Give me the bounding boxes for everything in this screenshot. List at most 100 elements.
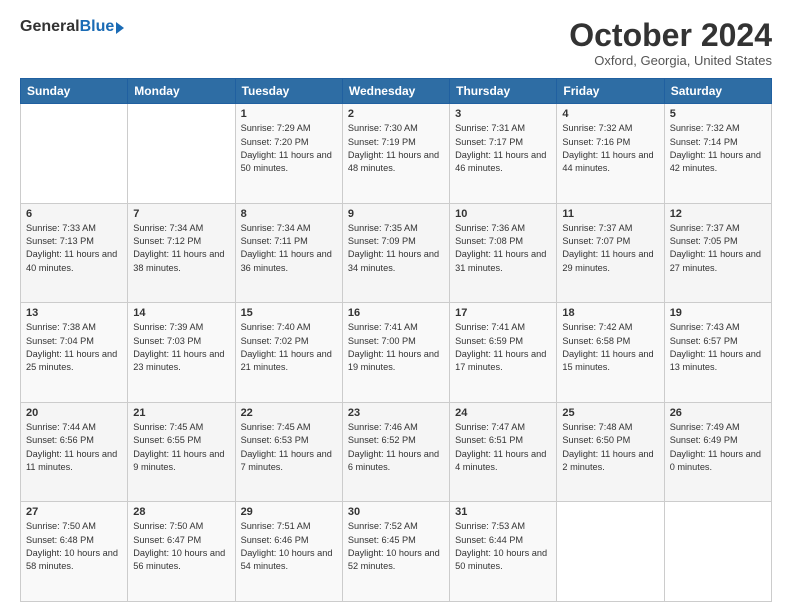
- table-row: 13 Sunrise: 7:38 AM Sunset: 7:04 PM Dayli…: [21, 303, 128, 403]
- calendar-header-row: Sunday Monday Tuesday Wednesday Thursday…: [21, 79, 772, 104]
- table-row: 25Sunrise: 7:48 AM Sunset: 6:50 PM Dayli…: [557, 402, 664, 502]
- table-row: [664, 502, 771, 602]
- table-row: 5Sunrise: 7:32 AM Sunset: 7:14 PM Daylig…: [664, 104, 771, 204]
- day-info: Sunrise: 7:34 AM Sunset: 7:12 PM Dayligh…: [133, 222, 229, 275]
- table-row: 9 Sunrise: 7:35 AM Sunset: 7:09 PM Daylig…: [342, 203, 449, 303]
- day-info: Sunrise: 7:30 AM Sunset: 7:19 PM Dayligh…: [348, 122, 444, 175]
- day-info: Sunrise: 7:51 AM Sunset: 6:46 PM Dayligh…: [241, 520, 337, 573]
- table-row: 17 Sunrise: 7:41 AM Sunset: 6:59 PM Dayli…: [450, 303, 557, 403]
- day-number: 16: [348, 307, 444, 319]
- day-info: Sunrise: 7:32 AM Sunset: 7:16 PM Dayligh…: [562, 122, 658, 175]
- calendar-week-row: 27 Sunrise: 7:50 AM Sunset: 6:48 PM Dayli…: [21, 502, 772, 602]
- day-number: 27: [26, 506, 122, 518]
- table-row: 12Sunrise: 7:37 AM Sunset: 7:05 PM Dayli…: [664, 203, 771, 303]
- day-number: 2: [348, 108, 444, 120]
- day-info: Sunrise: 7:32 AM Sunset: 7:14 PM Dayligh…: [670, 122, 766, 175]
- logo-general-text: General: [20, 18, 80, 36]
- logo-arrow-icon: [116, 22, 124, 34]
- table-row: 6Sunrise: 7:33 AM Sunset: 7:13 PM Daylig…: [21, 203, 128, 303]
- day-info: Sunrise: 7:46 AM Sunset: 6:52 PM Dayligh…: [348, 421, 444, 474]
- day-info: Sunrise: 7:37 AM Sunset: 7:05 PM Dayligh…: [670, 222, 766, 275]
- header-tuesday: Tuesday: [235, 79, 342, 104]
- table-row: 15 Sunrise: 7:40 AM Sunset: 7:02 PM Dayli…: [235, 303, 342, 403]
- header-sunday: Sunday: [21, 79, 128, 104]
- header-wednesday: Wednesday: [342, 79, 449, 104]
- calendar-week-row: 1Sunrise: 7:29 AM Sunset: 7:20 PM Daylig…: [21, 104, 772, 204]
- day-info: Sunrise: 7:50 AM Sunset: 6:48 PM Dayligh…: [26, 520, 122, 573]
- day-info: Sunrise: 7:52 AM Sunset: 6:45 PM Dayligh…: [348, 520, 444, 573]
- day-number: 9: [348, 208, 444, 220]
- table-row: 19 Sunrise: 7:43 AM Sunset: 6:57 PM Dayli…: [664, 303, 771, 403]
- day-number: 8: [241, 208, 337, 220]
- day-number: 14: [133, 307, 229, 319]
- day-number: 10: [455, 208, 551, 220]
- calendar-table: Sunday Monday Tuesday Wednesday Thursday…: [20, 78, 772, 602]
- table-row: 28 Sunrise: 7:50 AM Sunset: 6:47 PM Dayli…: [128, 502, 235, 602]
- header-saturday: Saturday: [664, 79, 771, 104]
- day-number: 1: [241, 108, 337, 120]
- table-row: 1Sunrise: 7:29 AM Sunset: 7:20 PM Daylig…: [235, 104, 342, 204]
- day-number: 21: [133, 407, 229, 419]
- header-friday: Friday: [557, 79, 664, 104]
- day-number: 6: [26, 208, 122, 220]
- calendar-week-row: 13 Sunrise: 7:38 AM Sunset: 7:04 PM Dayli…: [21, 303, 772, 403]
- day-info: Sunrise: 7:41 AM Sunset: 6:59 PM Dayligh…: [455, 321, 551, 374]
- day-number: 28: [133, 506, 229, 518]
- day-info: Sunrise: 7:49 AM Sunset: 6:49 PM Dayligh…: [670, 421, 766, 474]
- table-row: [557, 502, 664, 602]
- day-info: Sunrise: 7:37 AM Sunset: 7:07 PM Dayligh…: [562, 222, 658, 275]
- day-number: 11: [562, 208, 658, 220]
- day-info: Sunrise: 7:45 AM Sunset: 6:53 PM Dayligh…: [241, 421, 337, 474]
- table-row: 11 Sunrise: 7:37 AM Sunset: 7:07 PM Dayli…: [557, 203, 664, 303]
- day-number: 4: [562, 108, 658, 120]
- day-number: 31: [455, 506, 551, 518]
- calendar-week-row: 20 Sunrise: 7:44 AM Sunset: 6:56 PM Dayli…: [21, 402, 772, 502]
- day-number: 26: [670, 407, 766, 419]
- table-row: 3Sunrise: 7:31 AM Sunset: 7:17 PM Daylig…: [450, 104, 557, 204]
- day-info: Sunrise: 7:38 AM Sunset: 7:04 PM Dayligh…: [26, 321, 122, 374]
- day-number: 17: [455, 307, 551, 319]
- day-info: Sunrise: 7:39 AM Sunset: 7:03 PM Dayligh…: [133, 321, 229, 374]
- day-info: Sunrise: 7:35 AM Sunset: 7:09 PM Dayligh…: [348, 222, 444, 275]
- day-info: Sunrise: 7:34 AM Sunset: 7:11 PM Dayligh…: [241, 222, 337, 275]
- logo-blue-text: Blue: [80, 18, 115, 36]
- day-info: Sunrise: 7:47 AM Sunset: 6:51 PM Dayligh…: [455, 421, 551, 474]
- day-number: 29: [241, 506, 337, 518]
- table-row: 2 Sunrise: 7:30 AM Sunset: 7:19 PM Daylig…: [342, 104, 449, 204]
- day-number: 25: [562, 407, 658, 419]
- title-section: October 2024 Oxford, Georgia, United Sta…: [569, 18, 772, 68]
- logo: General Blue: [20, 18, 124, 36]
- table-row: 31 Sunrise: 7:53 AM Sunset: 6:44 PM Dayli…: [450, 502, 557, 602]
- table-row: 30Sunrise: 7:52 AM Sunset: 6:45 PM Dayli…: [342, 502, 449, 602]
- location-text: Oxford, Georgia, United States: [569, 53, 772, 68]
- day-info: Sunrise: 7:45 AM Sunset: 6:55 PM Dayligh…: [133, 421, 229, 474]
- day-number: 3: [455, 108, 551, 120]
- day-number: 15: [241, 307, 337, 319]
- day-info: Sunrise: 7:50 AM Sunset: 6:47 PM Dayligh…: [133, 520, 229, 573]
- table-row: 26 Sunrise: 7:49 AM Sunset: 6:49 PM Dayli…: [664, 402, 771, 502]
- calendar-week-row: 6Sunrise: 7:33 AM Sunset: 7:13 PM Daylig…: [21, 203, 772, 303]
- day-number: 20: [26, 407, 122, 419]
- table-row: 23 Sunrise: 7:46 AM Sunset: 6:52 PM Dayli…: [342, 402, 449, 502]
- header-monday: Monday: [128, 79, 235, 104]
- day-info: Sunrise: 7:44 AM Sunset: 6:56 PM Dayligh…: [26, 421, 122, 474]
- table-row: [128, 104, 235, 204]
- table-row: 24Sunrise: 7:47 AM Sunset: 6:51 PM Dayli…: [450, 402, 557, 502]
- day-info: Sunrise: 7:36 AM Sunset: 7:08 PM Dayligh…: [455, 222, 551, 275]
- table-row: 18Sunrise: 7:42 AM Sunset: 6:58 PM Dayli…: [557, 303, 664, 403]
- day-number: 13: [26, 307, 122, 319]
- day-info: Sunrise: 7:40 AM Sunset: 7:02 PM Dayligh…: [241, 321, 337, 374]
- day-info: Sunrise: 7:53 AM Sunset: 6:44 PM Dayligh…: [455, 520, 551, 573]
- day-number: 22: [241, 407, 337, 419]
- table-row: 20 Sunrise: 7:44 AM Sunset: 6:56 PM Dayli…: [21, 402, 128, 502]
- day-number: 23: [348, 407, 444, 419]
- table-row: 16Sunrise: 7:41 AM Sunset: 7:00 PM Dayli…: [342, 303, 449, 403]
- table-row: 4 Sunrise: 7:32 AM Sunset: 7:16 PM Daylig…: [557, 104, 664, 204]
- day-number: 7: [133, 208, 229, 220]
- table-row: 22 Sunrise: 7:45 AM Sunset: 6:53 PM Dayli…: [235, 402, 342, 502]
- day-number: 19: [670, 307, 766, 319]
- header-thursday: Thursday: [450, 79, 557, 104]
- day-info: Sunrise: 7:43 AM Sunset: 6:57 PM Dayligh…: [670, 321, 766, 374]
- table-row: 8 Sunrise: 7:34 AM Sunset: 7:11 PM Daylig…: [235, 203, 342, 303]
- day-number: 18: [562, 307, 658, 319]
